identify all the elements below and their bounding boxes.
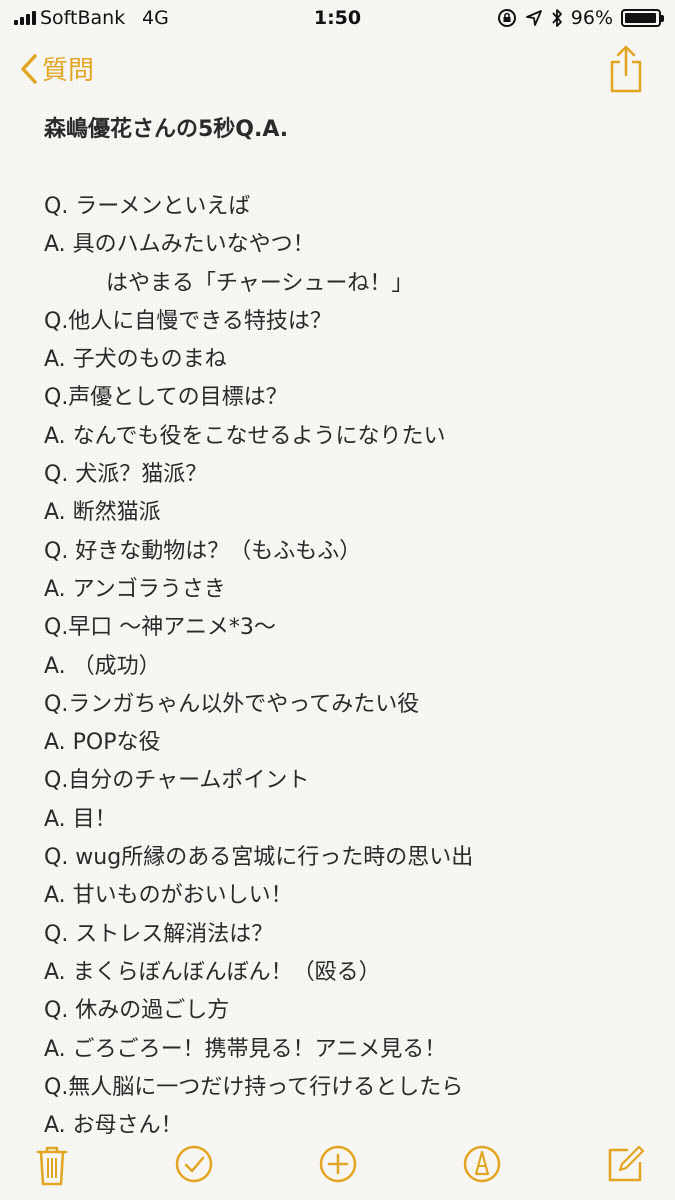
location-icon: [525, 10, 542, 26]
note-line: Q.他人に自慢できる特技は？: [44, 308, 332, 334]
note-line: A. （成功）: [44, 653, 161, 679]
note-line: Q. 犬派？猫派？: [44, 462, 208, 488]
orientation-lock-icon: [497, 9, 516, 27]
back-button-label: 質問: [42, 56, 95, 86]
battery-fill: [625, 13, 656, 23]
status-indicators: 96%: [497, 7, 664, 29]
note-line: A. 具のハムみたいなやつ！: [44, 232, 315, 258]
note-body[interactable]: 森嶋優花さんの5秒Q.A. Q. ラーメンといえば A. 具のハムみたいなやつ！…: [44, 110, 644, 1145]
note-line: A. なんでも役をこなせるようになりたい: [44, 423, 446, 449]
note-line: Q. 好きな動物は？（もふもふ）: [44, 538, 362, 564]
note-line: Q. 休みの過ごし方: [44, 998, 230, 1024]
note-line: A. POPな役: [44, 730, 161, 756]
battery-icon: [621, 9, 664, 27]
note-line: Q. ストレス解消法は？: [44, 921, 274, 947]
checklist-button[interactable]: [174, 1144, 214, 1188]
note-line: A. ごろごろー！携帯見る！アニメ見る！: [44, 1036, 447, 1062]
add-attachment-button[interactable]: [318, 1144, 358, 1188]
bluetooth-icon: [552, 9, 562, 27]
status-bar: SoftBank 4G 1:50 96%: [0, 0, 675, 38]
note-line: Q.無人脳に一つだけ持って行けるとしたら: [44, 1074, 464, 1100]
trash-icon: [36, 1146, 68, 1186]
note-line: A. アンゴラうさき: [44, 576, 226, 602]
note-line: Q. wug所縁のある宮城に行った時の思い出: [44, 845, 474, 871]
note-line: はやまる「チャーシューね！」: [106, 270, 414, 296]
note-line: A. 断然猫派: [44, 500, 161, 526]
note-line: A. まくらぼんぼんぼん！（殴る）: [44, 959, 381, 985]
share-button[interactable]: [609, 44, 643, 98]
note-line: Q. ラーメンといえば: [44, 194, 251, 219]
note-line: A. 目！: [44, 806, 117, 832]
battery-percent: 96%: [570, 7, 613, 29]
note-line: Q.早口 〜神アニメ*3〜: [44, 615, 276, 641]
note-line: Q.声優としての目標は？: [44, 385, 288, 411]
bottom-toolbar: [0, 1130, 675, 1200]
checklist-icon: [175, 1145, 213, 1183]
compose-button[interactable]: [606, 1144, 646, 1188]
compose-icon: [608, 1145, 645, 1182]
markup-icon: [463, 1145, 501, 1183]
add-icon: [319, 1145, 357, 1183]
navigation-bar: 質問: [0, 40, 675, 100]
note-title: 森嶋優花さんの5秒Q.A.: [44, 117, 289, 142]
back-button[interactable]: 質問: [20, 50, 94, 87]
note-line: A. 甘いものがおいしい！: [44, 883, 293, 909]
note-line: Q.自分のチャームポイント: [44, 768, 310, 794]
share-icon: [610, 45, 642, 93]
note-line: Q.ランガちゃん以外でやってみたい役: [44, 691, 420, 717]
markup-button[interactable]: [462, 1144, 502, 1188]
note-line: A. 子犬のものまね: [44, 347, 227, 373]
chevron-left-icon: [21, 53, 37, 84]
delete-button[interactable]: [36, 1144, 68, 1190]
